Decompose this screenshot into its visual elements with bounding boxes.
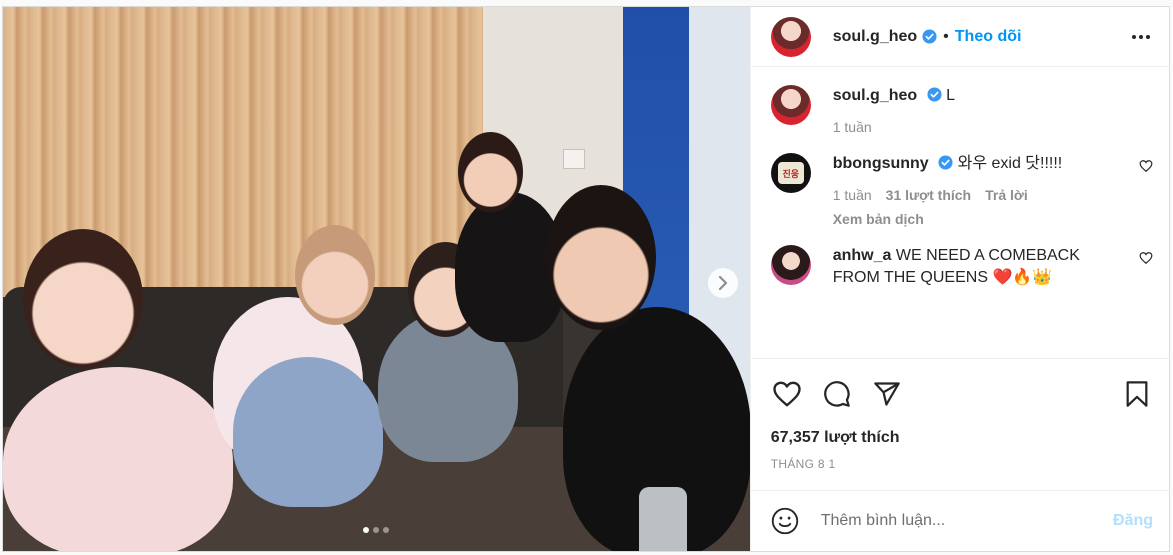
- save-button[interactable]: [1121, 378, 1153, 410]
- reply-button[interactable]: Trả lời: [985, 187, 1028, 203]
- share-button[interactable]: [871, 378, 903, 410]
- comment-body: anhw_a WE NEED A COMEBACK FROM THE QUEEN…: [833, 245, 1153, 289]
- comment-item: 진웅 bbongsunny 와우 exid 닷!!!!! 1 tuần 31 l…: [770, 153, 1153, 227]
- caption-time[interactable]: 1 tuần: [833, 119, 872, 135]
- comment-text-line: bbongsunny 와우 exid 닷!!!!!: [833, 153, 1131, 175]
- post-side-panel: soul.g_heo • Theo dõi soul.g_heo L 1 tuầ…: [749, 7, 1169, 551]
- post-comment-button[interactable]: Đăng: [1113, 512, 1153, 530]
- verified-badge-icon: [927, 87, 942, 102]
- comments-section[interactable]: soul.g_heo L 1 tuần 진웅 bbongsunny 와우 exi…: [750, 67, 1169, 359]
- person-2-legs: [233, 357, 383, 507]
- heart-icon[interactable]: [1139, 159, 1153, 173]
- comment-avatar[interactable]: 진웅: [770, 153, 811, 193]
- heart-icon: [773, 381, 801, 407]
- comment-text-line: anhw_a WE NEED A COMEBACK FROM THE QUEEN…: [833, 245, 1131, 289]
- comment-body: bbongsunny 와우 exid 닷!!!!! 1 tuần 31 lượt…: [833, 153, 1153, 227]
- caption-username[interactable]: soul.g_heo: [833, 87, 917, 104]
- post-header: soul.g_heo • Theo dõi: [750, 7, 1169, 67]
- person-1: [3, 367, 233, 551]
- share-icon: [873, 382, 900, 406]
- caption-meta: 1 tuần: [833, 119, 1131, 135]
- light-switch: [563, 149, 585, 169]
- post-date[interactable]: THÁNG 8 1: [750, 451, 1169, 491]
- carousel-dot-3: [383, 527, 390, 533]
- comment-item: anhw_a WE NEED A COMEBACK FROM THE QUEEN…: [770, 245, 1153, 289]
- verified-badge-icon: [938, 155, 953, 170]
- person-5-head: [546, 185, 656, 330]
- carousel-dot-1: [363, 527, 370, 533]
- caption-body: soul.g_heo L 1 tuần: [833, 85, 1153, 135]
- comment-time[interactable]: 1 tuần: [833, 187, 872, 203]
- header-separator: •: [943, 27, 949, 45]
- comment-icon: [823, 381, 850, 407]
- bookmark-icon: [1126, 381, 1148, 407]
- add-comment-bar: Đăng: [751, 491, 1169, 551]
- chevron-right-icon: [718, 276, 727, 290]
- comment-username[interactable]: anhw_a: [833, 247, 892, 264]
- likes-count[interactable]: 67,357 lượt thích: [751, 429, 1169, 451]
- heart-icon[interactable]: [1139, 251, 1153, 265]
- caption-text-line: soul.g_heo L: [833, 85, 1131, 107]
- person-4-head: [458, 132, 523, 212]
- emoji-icon[interactable]: [771, 507, 799, 535]
- group-photo: [3, 7, 750, 551]
- caption: soul.g_heo L 1 tuần: [770, 85, 1153, 135]
- next-photo-button[interactable]: [707, 268, 738, 298]
- comment-input[interactable]: [820, 512, 1113, 530]
- avatar[interactable]: [770, 16, 811, 57]
- comment-avatar[interactable]: [770, 245, 811, 285]
- follow-button[interactable]: Theo dõi: [955, 28, 1022, 46]
- caption-text: L: [946, 87, 955, 104]
- comment-text: 와우 exid 닷!!!!!: [957, 155, 1063, 172]
- post-media[interactable]: [3, 7, 750, 551]
- comment-meta: 1 tuần 31 lượt thích Trả lời: [833, 187, 1131, 203]
- more-options-button[interactable]: [1129, 25, 1153, 49]
- person-1-head: [23, 229, 143, 369]
- like-button[interactable]: [771, 378, 803, 410]
- see-translation-button[interactable]: Xem bản dịch: [833, 211, 1131, 227]
- comment-username[interactable]: bbongsunny: [833, 155, 929, 172]
- carousel-indicator: [363, 527, 390, 533]
- post-actions: [751, 359, 1169, 429]
- avatar-stamp: 진웅: [777, 162, 804, 184]
- person-2-head: [295, 225, 375, 325]
- post-container: soul.g_heo • Theo dõi soul.g_heo L 1 tuầ…: [2, 6, 1170, 552]
- carousel-dot-2: [373, 527, 380, 533]
- water-bottle: [639, 487, 687, 551]
- header-username[interactable]: soul.g_heo: [833, 28, 917, 46]
- more-horizontal-icon: [1132, 34, 1150, 39]
- comment-button[interactable]: [821, 378, 853, 410]
- verified-badge-icon: [922, 29, 937, 44]
- comment-likes[interactable]: 31 lượt thích: [886, 187, 971, 203]
- caption-avatar[interactable]: [770, 85, 811, 125]
